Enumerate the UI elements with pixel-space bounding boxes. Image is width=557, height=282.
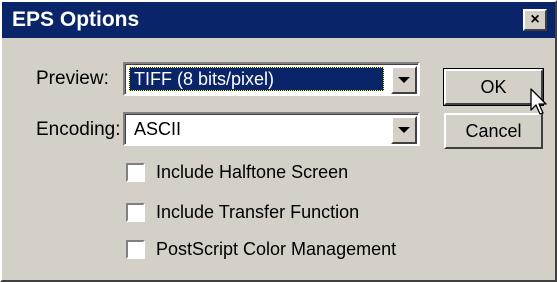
preview-select[interactable]: TIFF (8 bits/pixel) [123,62,420,96]
preview-dropdown-button[interactable] [391,66,417,94]
ok-button-label: OK [480,76,507,97]
chevron-down-icon [398,77,410,83]
close-button[interactable]: × [523,9,547,31]
encoding-selected-value: ASCII [134,119,182,139]
chevron-down-icon [398,127,410,133]
preview-label: Preview: [36,68,109,89]
encoding-select[interactable]: ASCII [123,112,420,146]
close-icon: × [530,11,540,28]
window-title: EPS Options [12,8,140,31]
postscript-color-management-option[interactable]: PostScript Color Management [126,237,396,261]
include-transfer-function-label: Include Transfer Function [156,202,360,222]
preview-selected-value: TIFF (8 bits/pixel) [129,67,384,91]
encoding-dropdown-button[interactable] [391,116,417,144]
postscript-color-management-label: PostScript Color Management [156,239,397,259]
include-halftone-screen-checkbox[interactable] [126,162,145,182]
include-transfer-function-checkbox[interactable] [126,202,145,222]
ok-button[interactable]: OK [443,68,544,106]
include-transfer-function-option[interactable]: Include Transfer Function [126,200,359,224]
include-halftone-screen-option[interactable]: Include Halftone Screen [126,160,348,184]
mouse-pointer-icon [530,88,547,115]
encoding-label: Encoding: [36,119,121,140]
postscript-color-management-checkbox[interactable] [126,239,145,259]
eps-options-dialog: EPS Options × Preview: TIFF (8 bits/pixe… [0,0,557,282]
cancel-button-label: Cancel [465,120,522,141]
include-halftone-screen-label: Include Halftone Screen [156,162,349,182]
cancel-button[interactable]: Cancel [444,113,543,149]
title-bar[interactable]: EPS Options × [2,2,555,38]
